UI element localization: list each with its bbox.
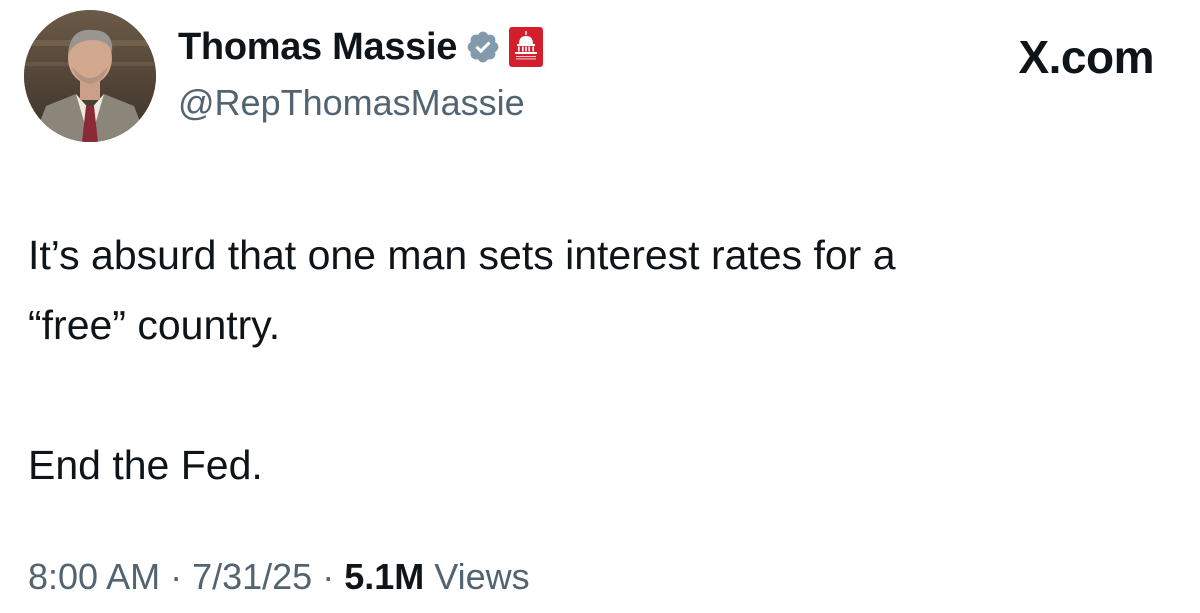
tweet-text-line: It’s absurd that one man sets interest r… — [28, 232, 896, 278]
tweet-card: Thomas Massie @RepThomasMassie X.com It’… — [0, 0, 1200, 613]
author-block: Thomas Massie @RepThomasMassie — [178, 22, 544, 124]
tweet-text-line: End the Fed. — [28, 442, 263, 488]
tweet-date[interactable]: 7/31/25 — [192, 556, 312, 597]
tweet-text-line: “free” country. — [28, 302, 281, 348]
tweet-time[interactable]: 8:00 AM — [28, 556, 160, 597]
name-row: Thomas Massie — [178, 22, 544, 72]
views-count[interactable]: 5.1M — [344, 556, 424, 597]
meta-separator: · — [312, 556, 345, 597]
tweet-meta: 8:00 AM · 7/31/25 · 5.1M Views — [28, 556, 530, 598]
user-handle[interactable]: @RepThomasMassie — [178, 82, 543, 124]
tweet-text: It’s absurd that one man sets interest r… — [28, 220, 1168, 500]
house-gop-capitol-icon[interactable] — [509, 27, 544, 67]
avatar[interactable] — [24, 10, 156, 142]
xcom-logo: X.com — [1018, 31, 1154, 83]
display-name[interactable]: Thomas Massie — [178, 26, 457, 69]
views-label: Views — [424, 556, 530, 597]
avatar-photo — [24, 10, 156, 142]
meta-separator: · — [160, 556, 193, 597]
verified-badge-icon[interactable] — [465, 29, 501, 65]
